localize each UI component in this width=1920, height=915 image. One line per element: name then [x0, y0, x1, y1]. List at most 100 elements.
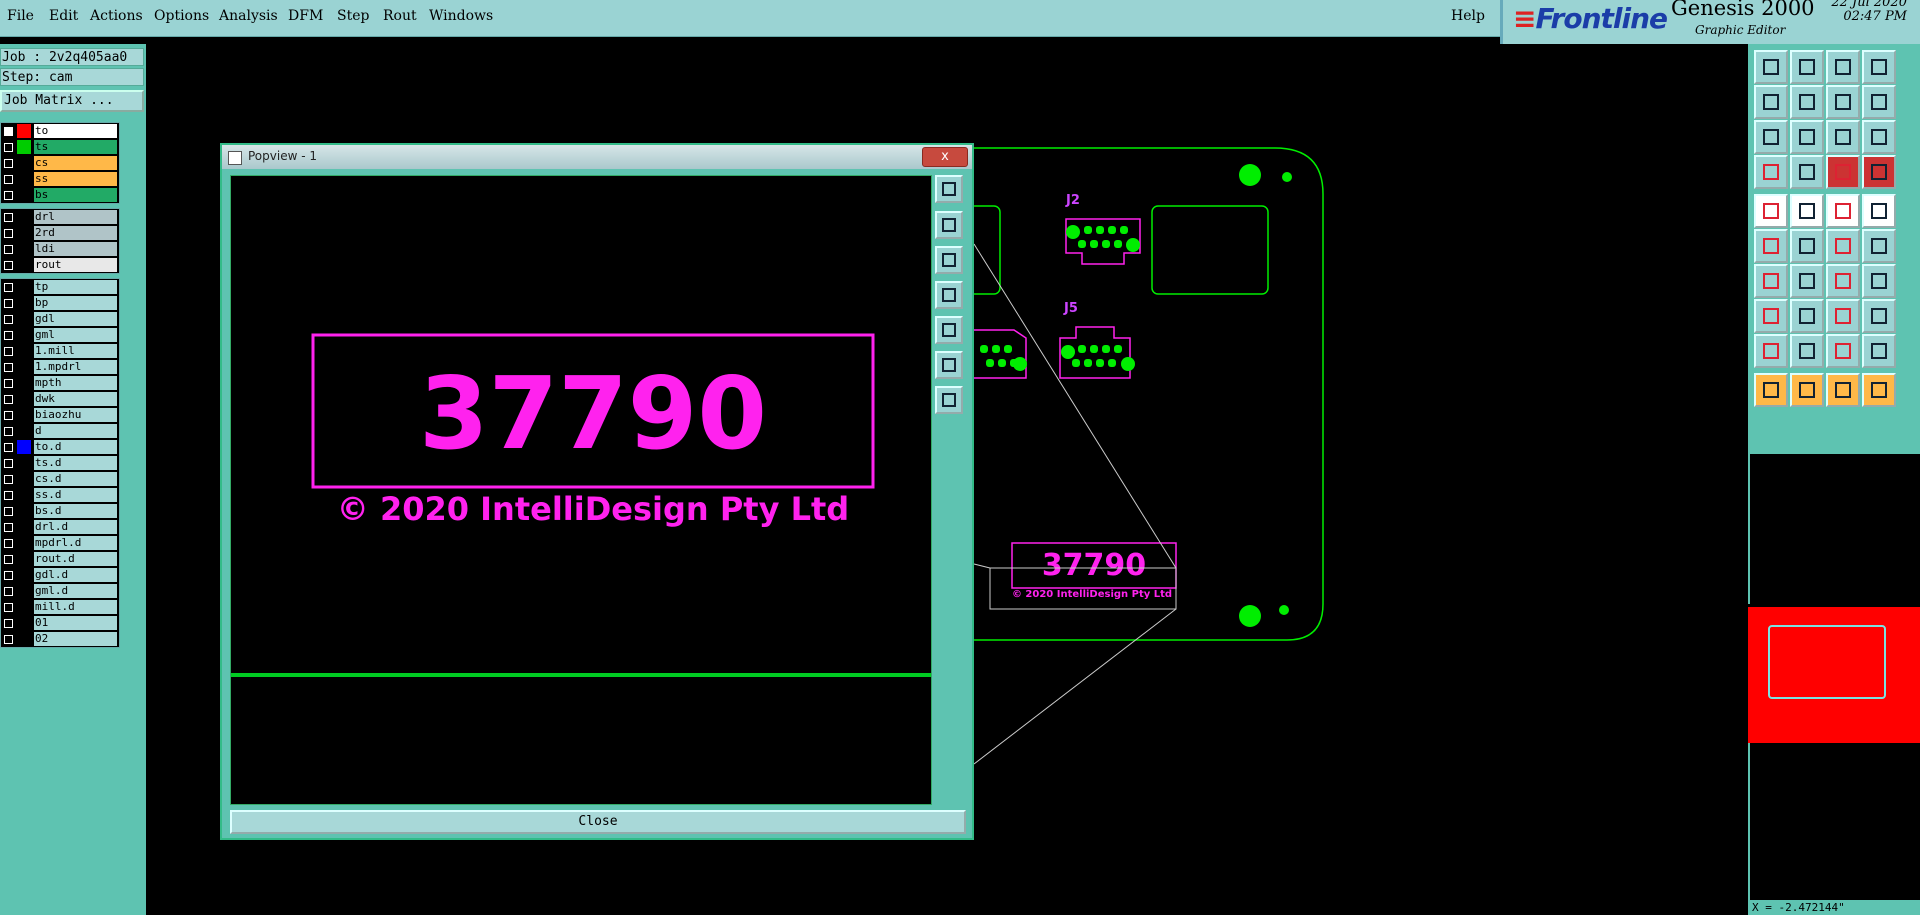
menu-help[interactable]: Help: [1451, 8, 1485, 24]
layer-name[interactable]: rout: [34, 258, 117, 272]
layer-checkbox[interactable]: [4, 507, 13, 516]
layer-checkbox[interactable]: [4, 523, 13, 532]
pointer-4-button[interactable]: [1862, 373, 1896, 407]
edit-line-button[interactable]: [1790, 194, 1824, 228]
layer-color-swatch[interactable]: [17, 258, 31, 272]
layer-checkbox[interactable]: [4, 427, 13, 436]
help-button[interactable]: [1862, 120, 1896, 154]
layer-name[interactable]: cs: [34, 156, 117, 170]
layer-row[interactable]: bs: [1, 187, 119, 203]
layer-color-swatch[interactable]: [17, 328, 31, 342]
popview-close-button[interactable]: Close: [230, 810, 966, 834]
layer-color-swatch[interactable]: [17, 456, 31, 470]
layer-checkbox[interactable]: [4, 127, 13, 136]
layer-checkbox[interactable]: [4, 159, 13, 168]
layer-name[interactable]: cs.d: [34, 472, 117, 486]
zigzag-button[interactable]: [1862, 85, 1896, 119]
layer-row[interactable]: tp: [1, 279, 119, 295]
layer-color-swatch[interactable]: [17, 210, 31, 224]
layer-row[interactable]: ss.d: [1, 487, 119, 503]
layer-name[interactable]: biaozhu: [34, 408, 117, 422]
layer-row[interactable]: 02: [1, 631, 119, 647]
triangle-1-button[interactable]: [1754, 334, 1788, 368]
layer-row[interactable]: rout.d: [1, 551, 119, 567]
layer-name[interactable]: bp: [34, 296, 117, 310]
layer-row[interactable]: drl.d: [1, 519, 119, 535]
popview-zoom-in-button[interactable]: [935, 351, 963, 379]
layer-name[interactable]: drl.d: [34, 520, 117, 534]
snap-grid-button[interactable]: [1790, 155, 1824, 189]
layer-color-swatch[interactable]: [17, 172, 31, 186]
layer-color-swatch[interactable]: [17, 296, 31, 310]
layer-color-swatch[interactable]: [17, 600, 31, 614]
layer-row[interactable]: d: [1, 423, 119, 439]
layer-checkbox[interactable]: [4, 261, 13, 270]
layer-row[interactable]: ts: [1, 139, 119, 155]
layer-color-swatch[interactable]: [17, 568, 31, 582]
circle-pad-button[interactable]: [1862, 194, 1896, 228]
layer-color-swatch[interactable]: [17, 440, 31, 454]
layer-checkbox[interactable]: [4, 635, 13, 644]
layer-row[interactable]: 01: [1, 615, 119, 631]
pad-select-button[interactable]: [1754, 299, 1788, 333]
layer-name[interactable]: to.d: [34, 440, 117, 454]
layer-checkbox[interactable]: [4, 175, 13, 184]
layer-name[interactable]: gml.d: [34, 584, 117, 598]
home-button[interactable]: [1826, 50, 1860, 84]
layer-color-swatch[interactable]: [17, 584, 31, 598]
dash-line-button[interactable]: [1790, 299, 1824, 333]
layer-color-swatch[interactable]: [17, 632, 31, 646]
layer-name[interactable]: gdl: [34, 312, 117, 326]
layer-name[interactable]: ts.d: [34, 456, 117, 470]
layer-row[interactable]: gdl.d: [1, 567, 119, 583]
cross-select-button[interactable]: [1790, 229, 1824, 263]
triangle-3-button[interactable]: [1826, 334, 1860, 368]
layer-color-swatch[interactable]: [17, 226, 31, 240]
layer-checkbox[interactable]: [4, 143, 13, 152]
popview-pan-right-button[interactable]: [935, 316, 963, 344]
layer-checkbox[interactable]: [4, 587, 13, 596]
layer-color-swatch[interactable]: [17, 504, 31, 518]
layer-checkbox[interactable]: [4, 315, 13, 324]
layer-row[interactable]: to.d: [1, 439, 119, 455]
scale-1-2-button[interactable]: [1826, 120, 1860, 154]
layer-name[interactable]: 1.mill: [34, 344, 117, 358]
layer-add-button[interactable]: [1754, 50, 1788, 84]
layer-row[interactable]: 1.mill: [1, 343, 119, 359]
layer-row[interactable]: mpdrl.d: [1, 535, 119, 551]
menu-analysis[interactable]: Analysis: [219, 8, 278, 24]
layer-color-swatch[interactable]: [17, 408, 31, 422]
layer-row[interactable]: rout: [1, 257, 119, 273]
layer-name[interactable]: mpdrl.d: [34, 536, 117, 550]
layer-color-swatch[interactable]: [17, 616, 31, 630]
layer-color-swatch[interactable]: [17, 536, 31, 550]
layer-row[interactable]: 2rd: [1, 225, 119, 241]
layer-name[interactable]: ss.d: [34, 488, 117, 502]
layer-row[interactable]: cs: [1, 155, 119, 171]
pointer-1-button[interactable]: [1754, 373, 1788, 407]
menu-rout[interactable]: Rout: [383, 8, 417, 24]
layer-color-swatch[interactable]: [17, 140, 31, 154]
display-button[interactable]: [1754, 155, 1788, 189]
layer-checkbox[interactable]: [4, 213, 13, 222]
popview-fit-button[interactable]: [935, 175, 963, 203]
layer-row[interactable]: mpth: [1, 375, 119, 391]
layer-row[interactable]: gdl: [1, 311, 119, 327]
job-matrix-button[interactable]: Job Matrix ...: [0, 90, 144, 112]
layer-checkbox[interactable]: [4, 379, 13, 388]
layer-checkbox[interactable]: [4, 363, 13, 372]
layer-row[interactable]: ldi: [1, 241, 119, 257]
angle-button[interactable]: [1754, 264, 1788, 298]
popview-pan-down-button[interactable]: [935, 246, 963, 274]
layer-name[interactable]: 01: [34, 616, 117, 630]
close-icon[interactable]: x: [922, 147, 968, 167]
pointer-2-button[interactable]: [1790, 373, 1824, 407]
pointer-3-button[interactable]: [1826, 373, 1860, 407]
layer-checkbox[interactable]: [4, 411, 13, 420]
layer-name[interactable]: bs.d: [34, 504, 117, 518]
layer-row[interactable]: bp: [1, 295, 119, 311]
layer-name[interactable]: dwk: [34, 392, 117, 406]
layer-color-swatch[interactable]: [17, 472, 31, 486]
layer-color-swatch[interactable]: [17, 344, 31, 358]
layer-color-swatch[interactable]: [17, 488, 31, 502]
